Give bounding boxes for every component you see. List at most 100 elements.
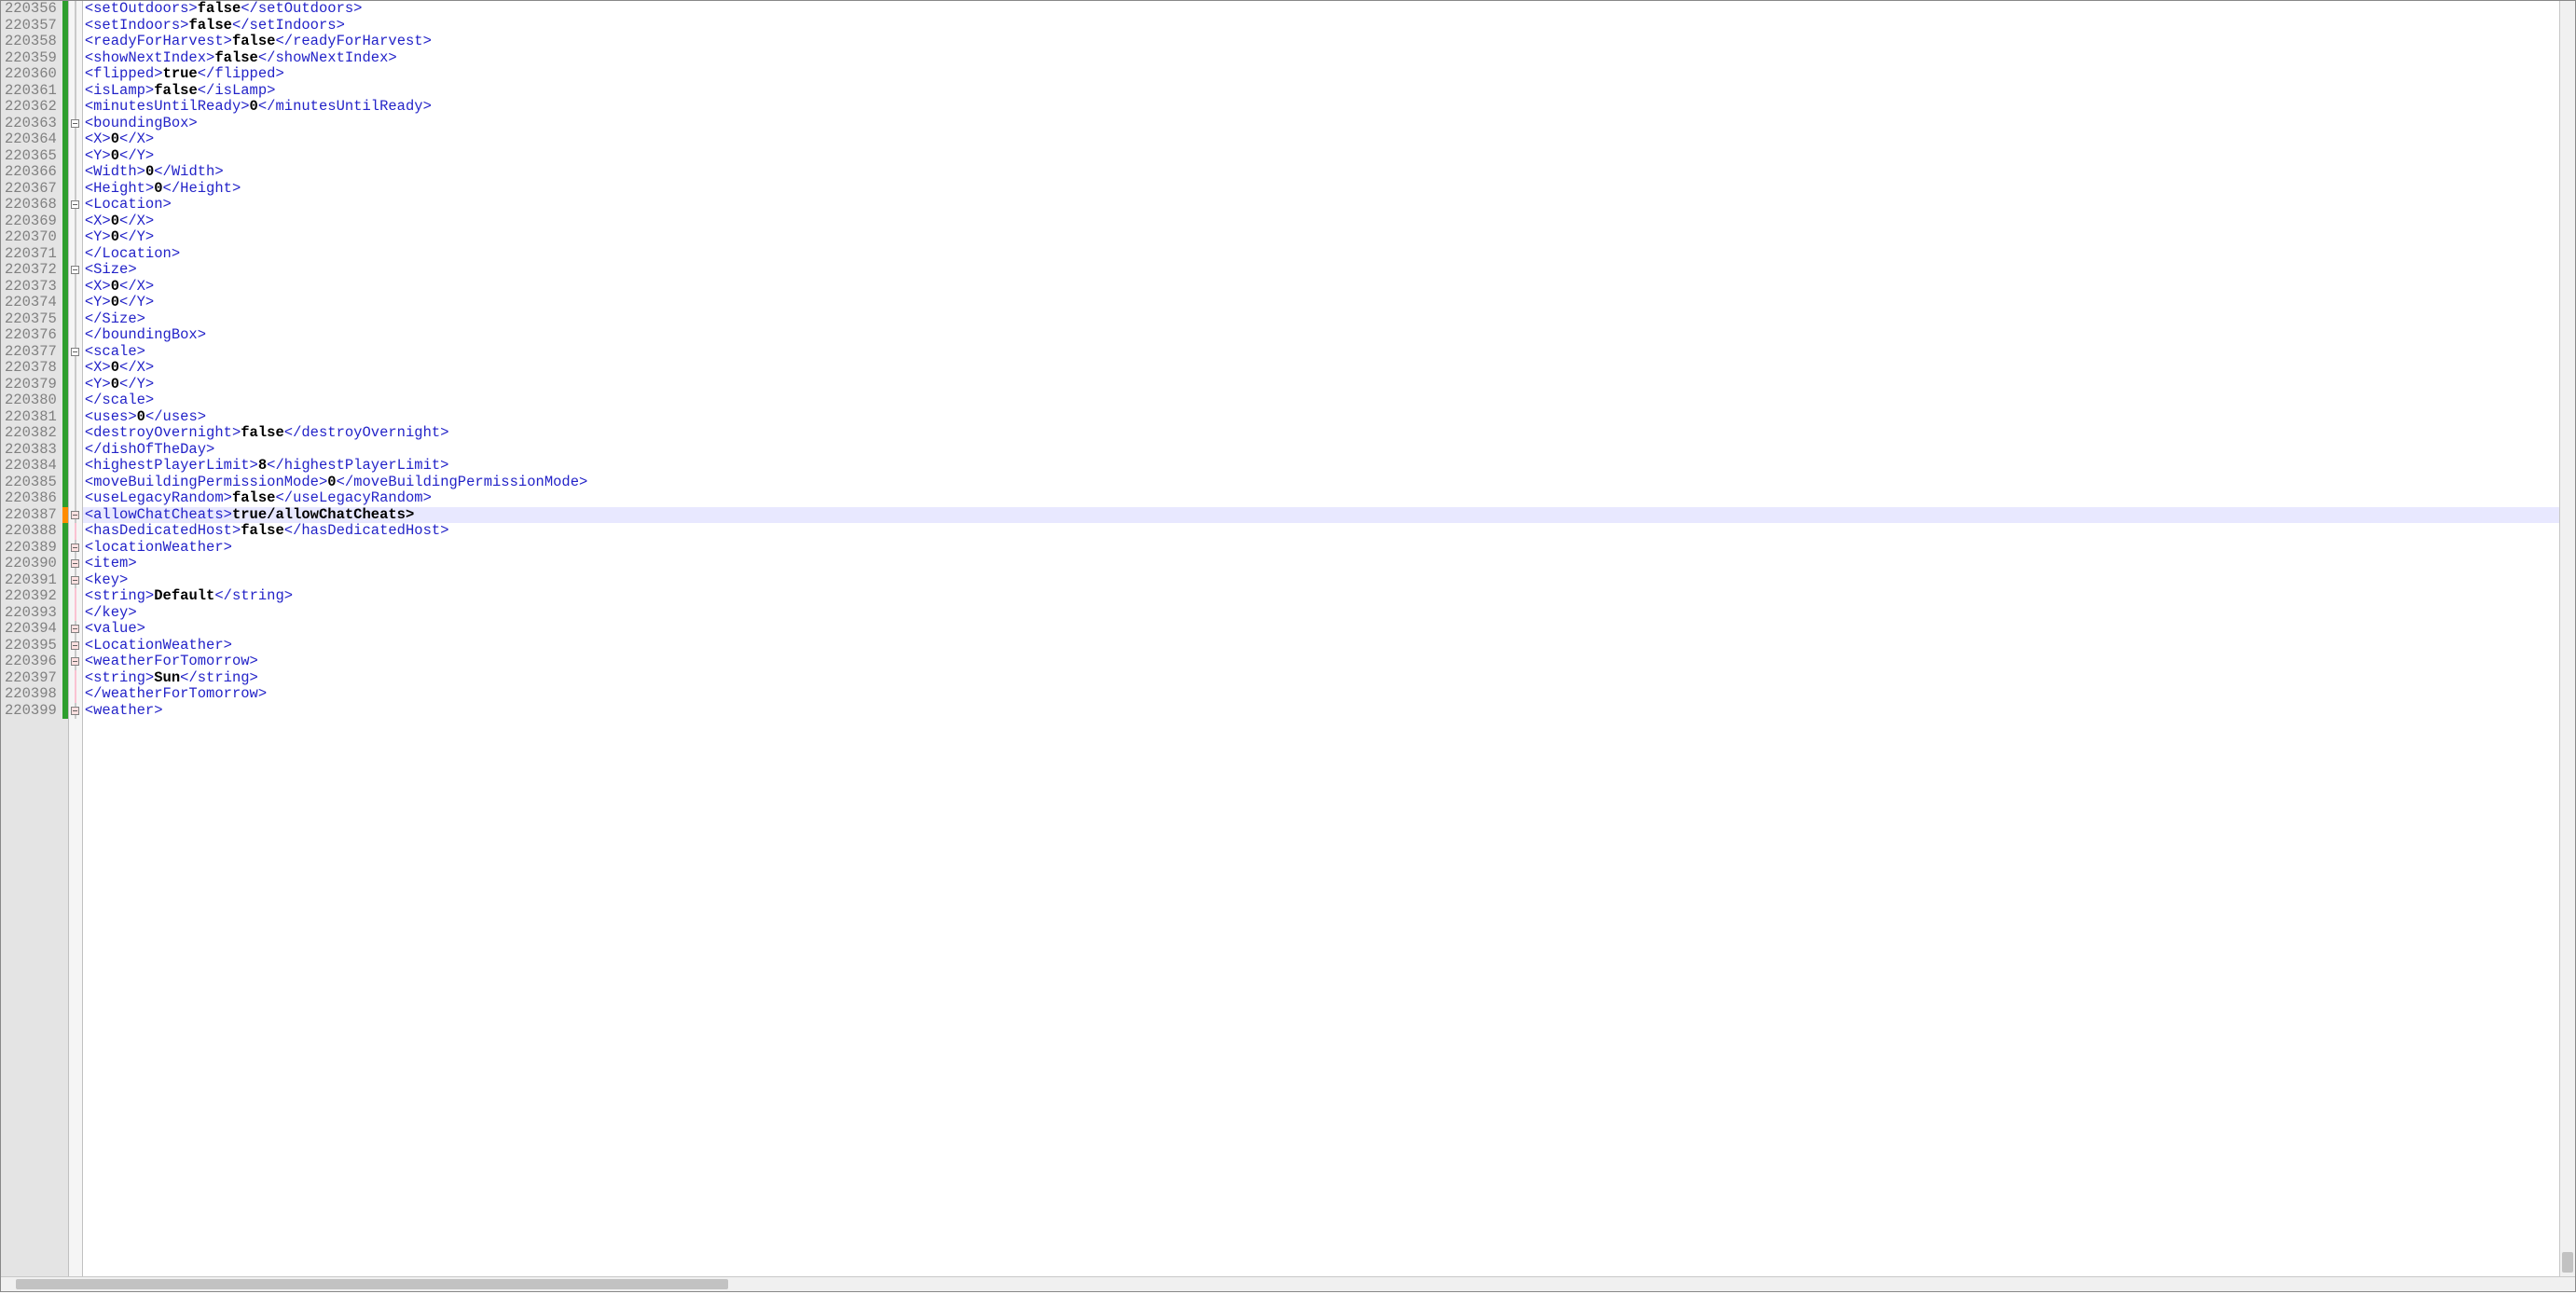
change-marker [62,686,68,703]
change-marker [62,377,68,393]
fold-toggle-icon[interactable] [71,625,79,633]
code-line[interactable]: <Y>0</Y> [83,229,2575,246]
code-line[interactable]: <key> [83,572,2575,589]
fold-cell [69,703,82,720]
code-line[interactable]: <X>0</X> [83,213,2575,230]
code-line[interactable]: <item> [83,556,2575,572]
fold-toggle-icon[interactable] [71,511,79,519]
code-line[interactable]: </Location> [83,246,2575,263]
vertical-scrollbar-thumb[interactable] [2562,1252,2573,1273]
vertical-scrollbar[interactable] [2559,1,2575,1276]
fold-toggle-icon[interactable] [71,707,79,715]
horizontal-scrollbar[interactable] [1,1276,2575,1291]
code-line[interactable]: <string>Sun</string> [83,670,2575,687]
code-line[interactable]: <Height>0</Height> [83,181,2575,198]
line-number: 220362 [5,99,57,116]
code-line[interactable]: <useLegacyRandom>false</useLegacyRandom> [83,490,2575,507]
fold-cell [69,66,82,83]
code-line[interactable]: <highestPlayerLimit>8</highestPlayerLimi… [83,458,2575,475]
fold-toggle-icon[interactable] [71,544,79,552]
change-marker [62,50,68,67]
change-marker-column [62,1,68,1291]
code-line[interactable]: <showNextIndex>false</showNextIndex> [83,50,2575,67]
change-marker [62,327,68,344]
fold-cell [69,34,82,50]
change-marker [62,116,68,132]
fold-toggle-icon[interactable] [71,348,79,356]
code-line[interactable]: <flipped>true</flipped> [83,66,2575,83]
code-line[interactable]: <Y>0</Y> [83,295,2575,311]
line-number: 220371 [5,246,57,263]
line-number: 220378 [5,360,57,377]
line-number: 220397 [5,670,57,687]
code-line[interactable]: <weatherForTomorrow> [83,654,2575,670]
code-line[interactable]: <Size> [83,262,2575,279]
fold-cell [69,621,82,638]
fold-cell [69,409,82,426]
code-line[interactable]: <Width>0</Width> [83,164,2575,181]
change-marker [62,164,68,181]
code-line[interactable]: </scale> [83,392,2575,409]
code-line[interactable]: <string>Default</string> [83,588,2575,605]
horizontal-scrollbar-thumb[interactable] [16,1279,728,1289]
code-line[interactable]: <value> [83,621,2575,638]
code-line[interactable]: <allowChatCheats>true/allowChatCheats> [83,507,2575,524]
code-line[interactable]: <X>0</X> [83,279,2575,296]
line-number: 220390 [5,556,57,572]
fold-toggle-icon[interactable] [71,576,79,585]
code-line[interactable]: <Y>0</Y> [83,377,2575,393]
line-number: 220385 [5,475,57,491]
code-line[interactable]: <locationWeather> [83,540,2575,557]
code-line[interactable]: <moveBuildingPermissionMode>0</moveBuild… [83,475,2575,491]
fold-cell [69,164,82,181]
code-line[interactable]: <setIndoors>false</setIndoors> [83,18,2575,34]
code-line[interactable]: <isLamp>false</isLamp> [83,83,2575,100]
code-line[interactable]: <readyForHarvest>false</readyForHarvest> [83,34,2575,50]
fold-column[interactable] [69,1,83,1291]
code-line[interactable]: <Location> [83,197,2575,213]
fold-toggle-icon[interactable] [71,119,79,128]
fold-cell [69,1,82,18]
fold-toggle-icon[interactable] [71,559,79,568]
code-line[interactable]: <setOutdoors>false</setOutdoors> [83,1,2575,18]
code-line[interactable]: </dishOfTheDay> [83,442,2575,459]
code-line[interactable]: <destroyOvernight>false</destroyOvernigh… [83,425,2575,442]
change-marker [62,572,68,589]
fold-cell [69,213,82,230]
fold-toggle-icon[interactable] [71,641,79,650]
code-area[interactable]: <setOutdoors>false</setOutdoors> <setInd… [83,1,2575,1291]
change-marker [62,311,68,328]
code-line[interactable]: </key> [83,605,2575,622]
gutter: 2203562203572203582203592203602203612203… [1,1,69,1291]
code-line[interactable]: </Size> [83,311,2575,328]
code-line[interactable]: <boundingBox> [83,116,2575,132]
line-number: 220373 [5,279,57,296]
code-line[interactable]: <LocationWeather> [83,638,2575,654]
line-number: 220386 [5,490,57,507]
code-line[interactable]: <scale> [83,344,2575,361]
code-line[interactable]: <uses>0</uses> [83,409,2575,426]
code-line[interactable]: <weather> [83,703,2575,720]
change-marker [62,229,68,246]
code-line[interactable]: </boundingBox> [83,327,2575,344]
change-marker [62,66,68,83]
fold-toggle-icon[interactable] [71,200,79,209]
code-line[interactable]: <X>0</X> [83,131,2575,148]
line-number: 220398 [5,686,57,703]
code-line[interactable]: <hasDedicatedHost>false</hasDedicatedHos… [83,523,2575,540]
fold-toggle-icon[interactable] [71,657,79,666]
code-line[interactable]: <minutesUntilReady>0</minutesUntilReady> [83,99,2575,116]
fold-cell [69,246,82,263]
line-number: 220391 [5,572,57,589]
line-number: 220369 [5,213,57,230]
change-marker [62,360,68,377]
code-line[interactable]: </weatherForTomorrow> [83,686,2575,703]
line-number: 220366 [5,164,57,181]
fold-toggle-icon[interactable] [71,266,79,274]
change-marker [62,540,68,557]
fold-cell [69,442,82,459]
line-number: 220360 [5,66,57,83]
code-editor[interactable]: 2203562203572203582203592203602203612203… [0,0,2576,1292]
code-line[interactable]: <X>0</X> [83,360,2575,377]
code-line[interactable]: <Y>0</Y> [83,148,2575,165]
